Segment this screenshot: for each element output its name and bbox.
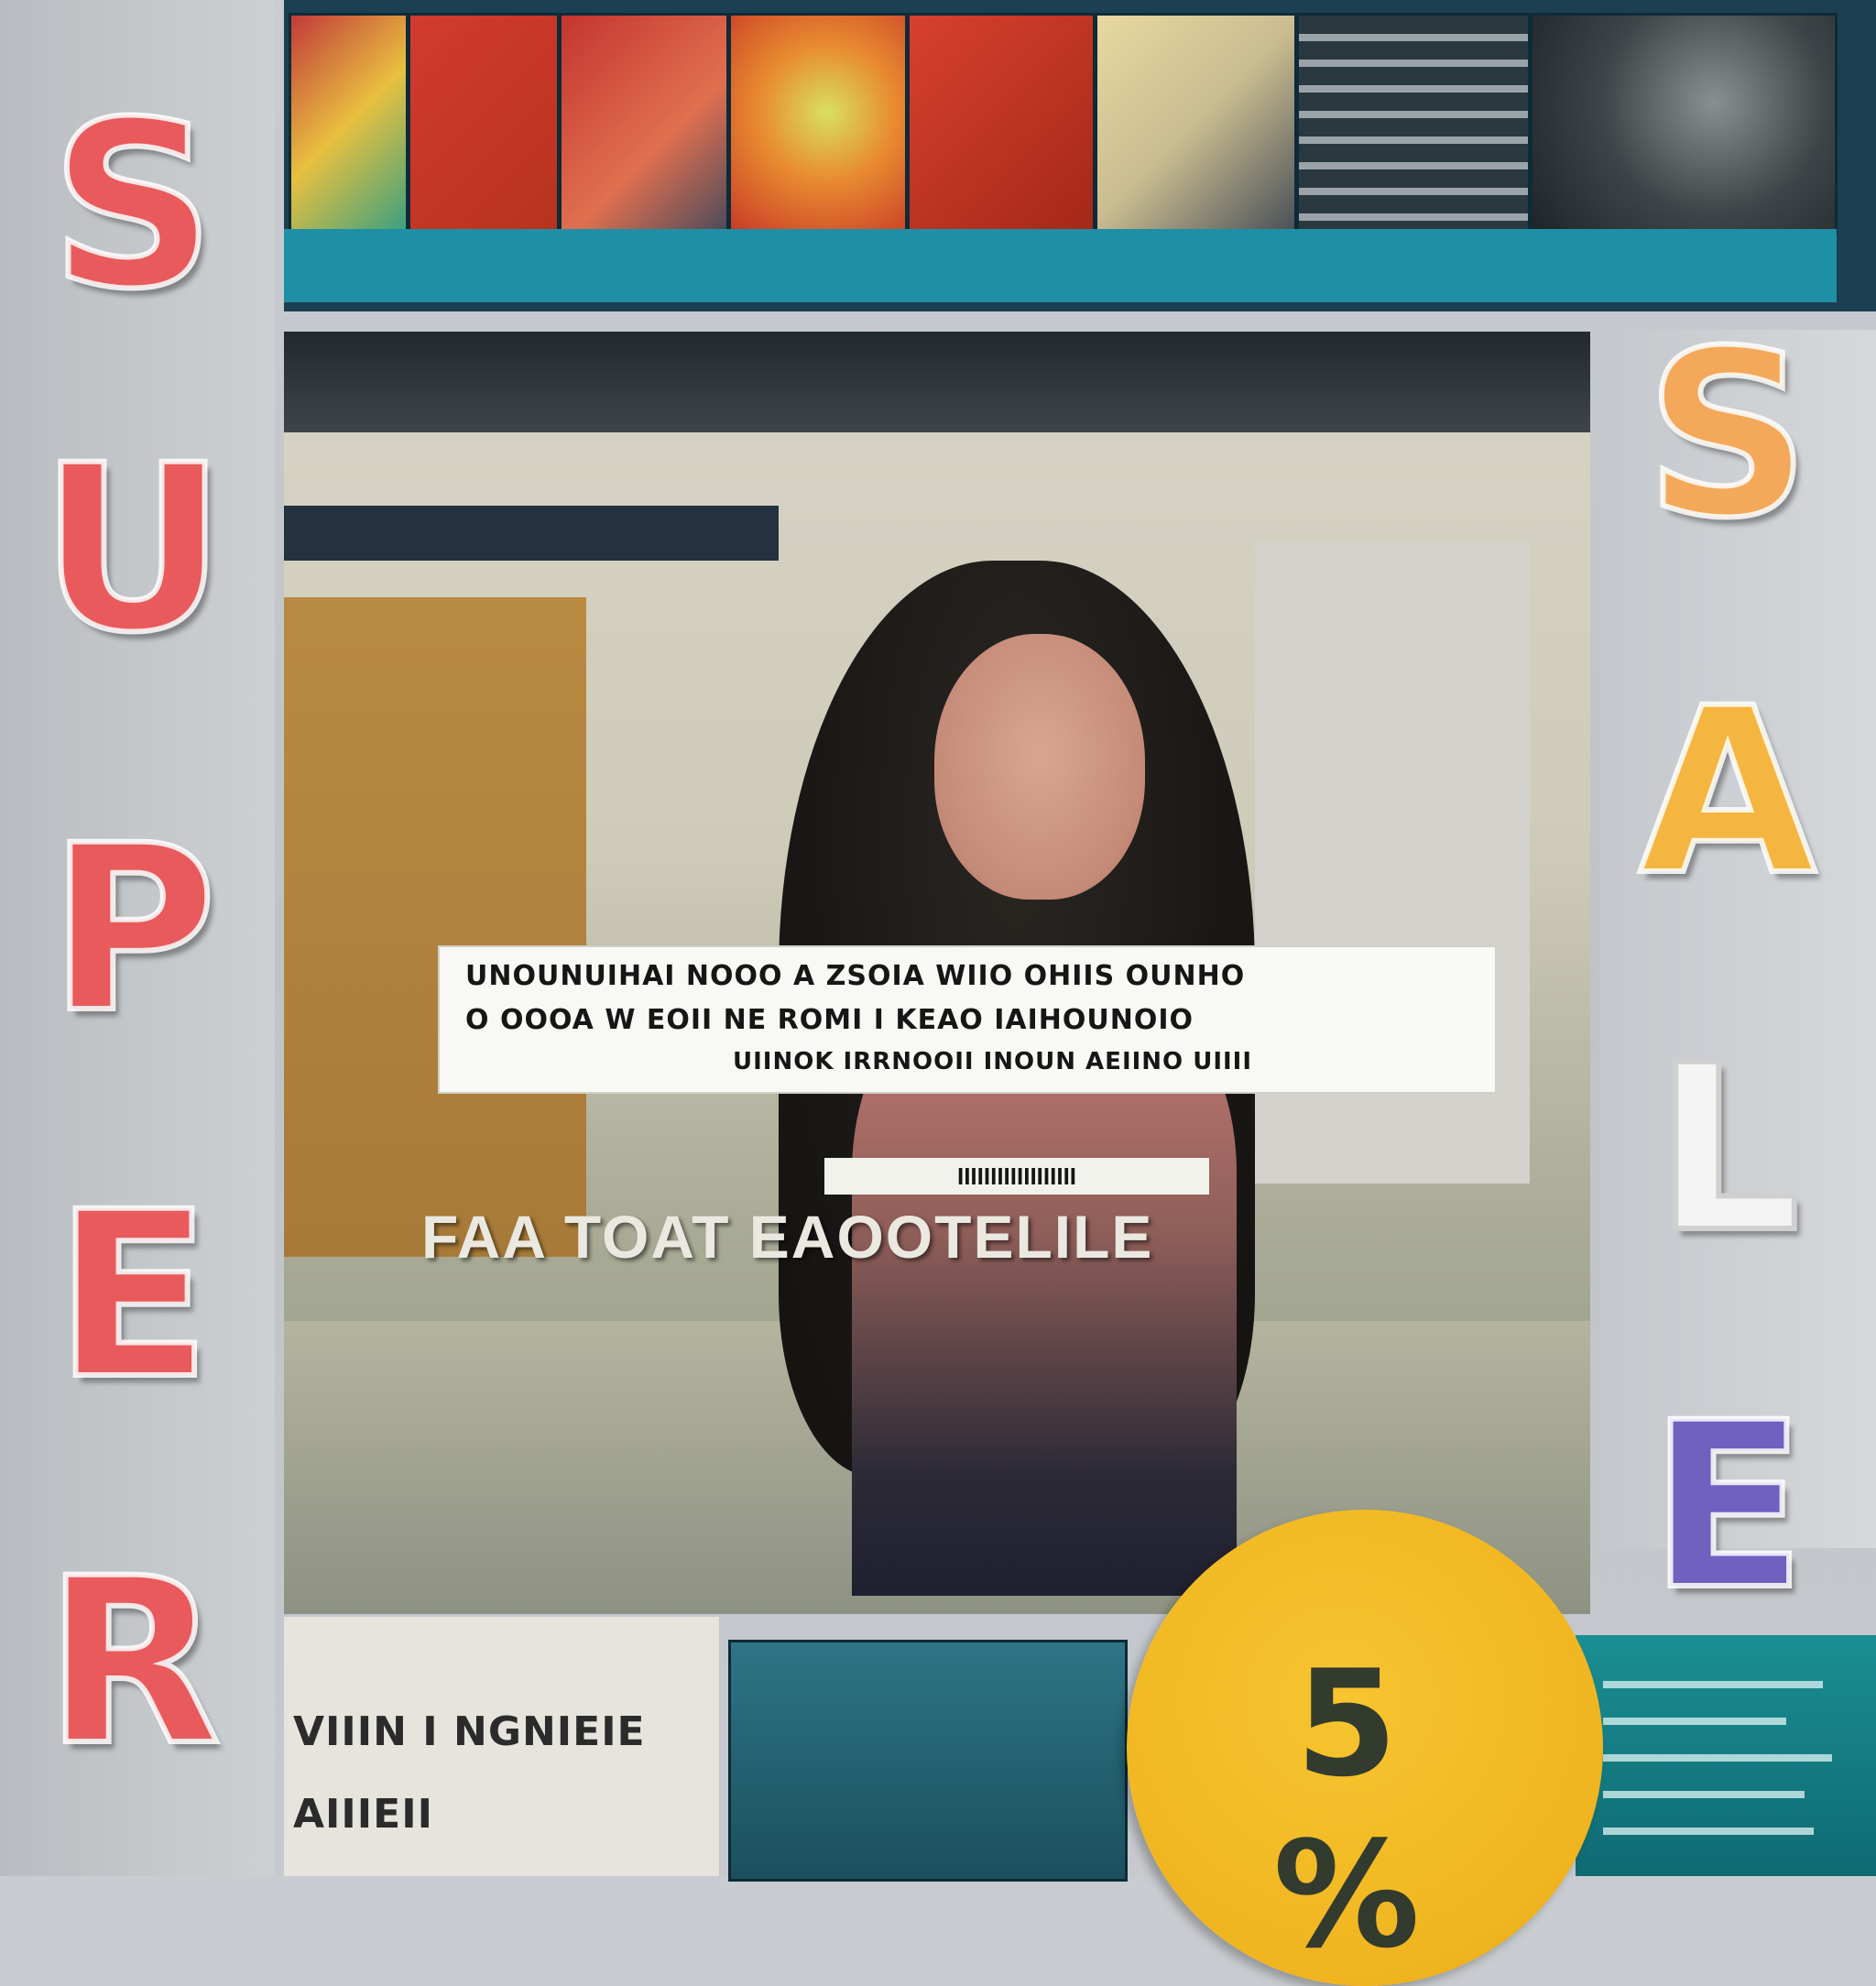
caption-box: UNOUNUIHAI NOOO A ZSOIA WIIO OHIIS OUNHO… [438,945,1497,1094]
thumbnail-2[interactable] [408,13,560,235]
thumbnail-4[interactable] [728,13,908,235]
hero-photo: UNOUNUIHAI NOOO A ZSOIA WIIO OHIIS OUNHO… [284,332,1590,1614]
caption-line-3: UIINOK IRRNOOII INOUN AEIINO UIIII [733,1048,1253,1075]
right-letter-s: S [1642,301,1813,568]
stripe [1603,1681,1823,1688]
bottom-teal-panel [1576,1635,1876,1876]
ceiling [284,332,1590,432]
discount-badge[interactable]: 5 % [1127,1510,1603,1986]
sub-label: IIIIIIIIIIIIIIIIII [824,1158,1209,1195]
ceiling-beam [284,506,779,561]
thumbnail-8[interactable] [1530,13,1838,235]
stripe [1603,1754,1832,1762]
left-letter-u: U [37,416,228,682]
right-letter-l: L [1652,1016,1803,1282]
top-accent-bar [284,229,1837,302]
left-letter-e: E [52,1162,214,1429]
overlay-title: FAA TOAT EAOOTELILE [421,1203,1154,1271]
left-letter-r: R [42,1529,224,1795]
thumbnail-7[interactable] [1296,13,1531,235]
right-letter-a: A [1636,659,1818,925]
right-letter-e: E [1647,1373,1809,1640]
bottom-thumbnail[interactable] [728,1640,1128,1882]
left-letter-s: S [48,72,218,339]
thumbnail-1[interactable] [289,13,409,235]
thumbnail-5[interactable] [907,13,1096,235]
right-banner-column: S A L E [1599,318,1876,1624]
bottom-text-line-2: AIIIEII [293,1791,433,1838]
bottom-text-panel: VIIIN I NGNIEIE AIIIEII [284,1617,719,1876]
thumbnail-6[interactable] [1095,13,1297,235]
caption-line-1: UNOUNUIHAI NOOO A ZSOIA WIIO OHIIS OUNHO [465,960,1246,992]
thumbnail-3[interactable] [559,13,729,235]
orange-wall [284,597,586,1257]
left-letter-p: P [46,796,219,1063]
stripe [1603,1718,1786,1725]
stripe [1603,1791,1805,1798]
discount-badge-text: 5 % [1272,1638,1439,1981]
woman-face [934,634,1145,900]
bottom-text-line-1: VIIIN I NGNIEIE [293,1708,646,1755]
left-banner-column: S U P E R [0,0,275,1876]
caption-line-2: O OOOA W EOII NE ROMI I KEAO IAIHOUNOIO [465,1004,1194,1036]
stripe [1603,1828,1814,1835]
